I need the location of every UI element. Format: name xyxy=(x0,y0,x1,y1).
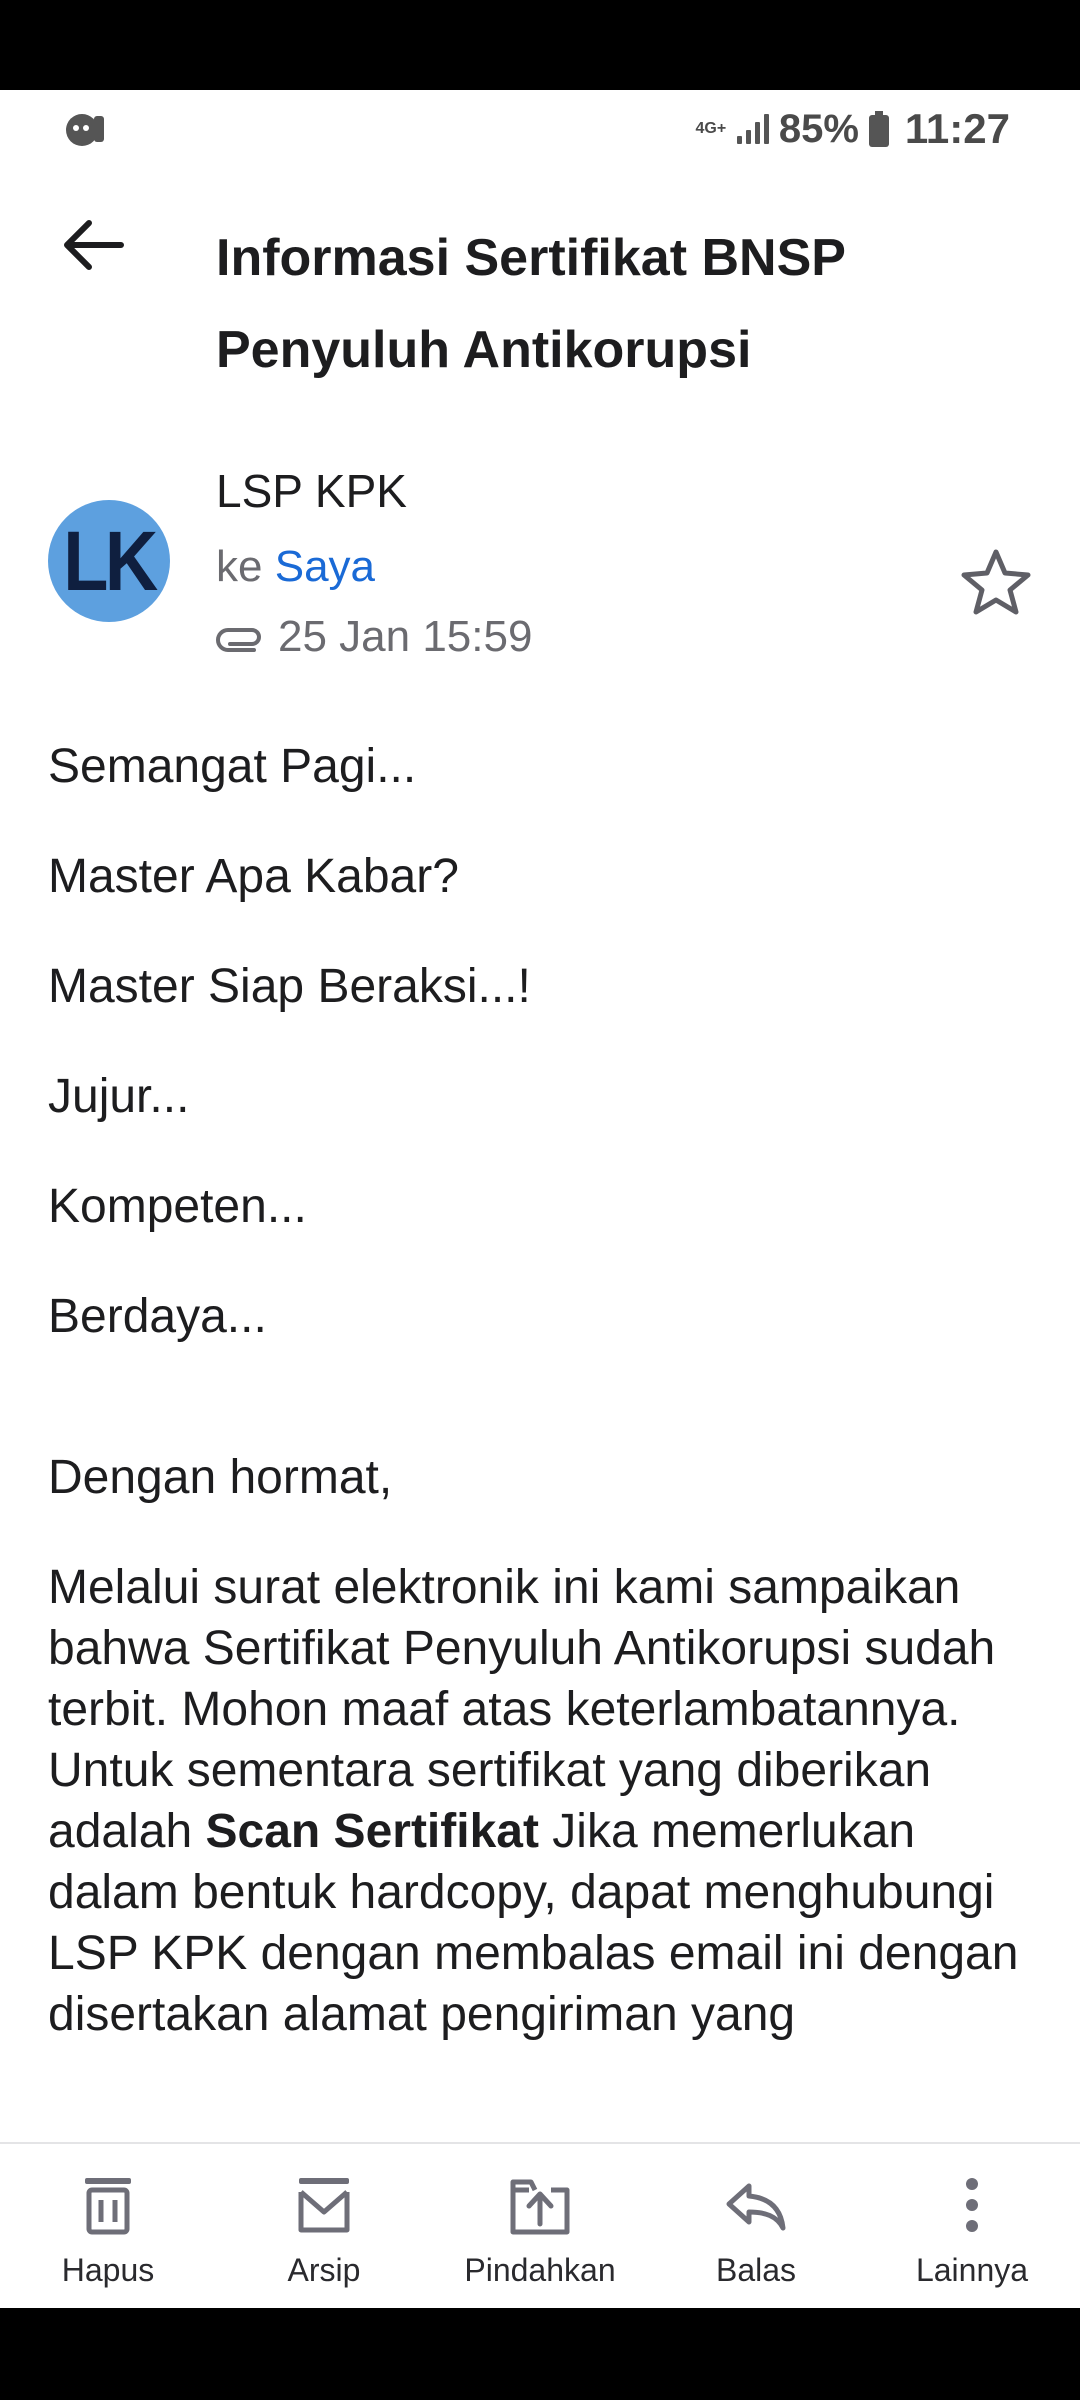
battery-icon xyxy=(868,111,889,147)
more-button[interactable]: Lainnya xyxy=(864,2144,1080,2308)
star-outline-icon xyxy=(961,549,1031,615)
recipient-prefix: ke xyxy=(216,542,263,591)
signal-icon xyxy=(736,114,769,144)
avatar[interactable]: LK xyxy=(48,500,170,622)
recipient-row[interactable]: ke Saya xyxy=(216,542,375,592)
date-row: 25 Jan 15:59 xyxy=(216,612,532,662)
body-paragraph: Melalui surat elektronik ini kami sampai… xyxy=(48,1557,1038,2045)
toolbar-label: Balas xyxy=(715,2252,797,2288)
body-line: Master Siap Beraksi...! xyxy=(48,960,531,1013)
move-folder-icon xyxy=(510,2179,570,2235)
archive-icon xyxy=(298,2178,350,2233)
notification-app-icon xyxy=(66,114,104,146)
scroll-fade xyxy=(0,2110,1080,2142)
trash-icon xyxy=(85,2178,131,2235)
delete-button[interactable]: Hapus xyxy=(0,2144,216,2308)
email-date: 25 Jan 15:59 xyxy=(278,612,533,661)
body-line: Berdaya... xyxy=(48,1290,267,1343)
move-button[interactable]: Pindahkan xyxy=(432,2144,648,2308)
paragraph-bold: Scan Sertifikat xyxy=(205,1805,539,1858)
back-button[interactable] xyxy=(52,210,132,280)
paperclip-icon xyxy=(216,628,261,652)
email-body: Semangat Pagi... Master Apa Kabar? Maste… xyxy=(48,736,1038,2132)
network-type-label: 4G+ xyxy=(695,120,727,137)
recipient-name[interactable]: Saya xyxy=(275,542,375,591)
reply-button[interactable]: Balas xyxy=(648,2144,864,2308)
more-vertical-icon xyxy=(966,2178,978,2232)
top-bezel xyxy=(0,0,1080,90)
toolbar-label: Hapus xyxy=(61,2252,155,2288)
status-bar: 4G+ 85% 11:27 xyxy=(0,90,1080,168)
body-line: Master Apa Kabar? xyxy=(48,850,459,903)
email-subject: Informasi Sertifikat BNSP Penyuluh Antik… xyxy=(216,229,846,379)
sender-name[interactable]: LSP KPK xyxy=(216,464,407,518)
clock: 11:27 xyxy=(904,105,1010,152)
salutation: Dengan hormat, xyxy=(48,1451,393,1504)
body-line: Semangat Pagi... xyxy=(48,740,417,793)
body-line: Kompeten... xyxy=(48,1180,307,1233)
battery-percentage: 85% xyxy=(778,106,859,151)
bottom-toolbar: Hapus Arsip Pindahkan Balas Lainnya xyxy=(0,2142,1080,2308)
body-line: Jujur... xyxy=(48,1070,190,1123)
bottom-bezel xyxy=(0,2308,1080,2400)
avatar-initials: LK xyxy=(63,513,158,608)
archive-button[interactable]: Arsip xyxy=(216,2144,432,2308)
toolbar-label: Pindahkan xyxy=(464,2252,616,2288)
toolbar-label: Lainnya xyxy=(915,2252,1029,2288)
reply-icon xyxy=(726,2183,786,2231)
star-button[interactable] xyxy=(958,546,1034,618)
arrow-left-icon xyxy=(64,220,124,270)
toolbar-label: Arsip xyxy=(287,2252,361,2288)
